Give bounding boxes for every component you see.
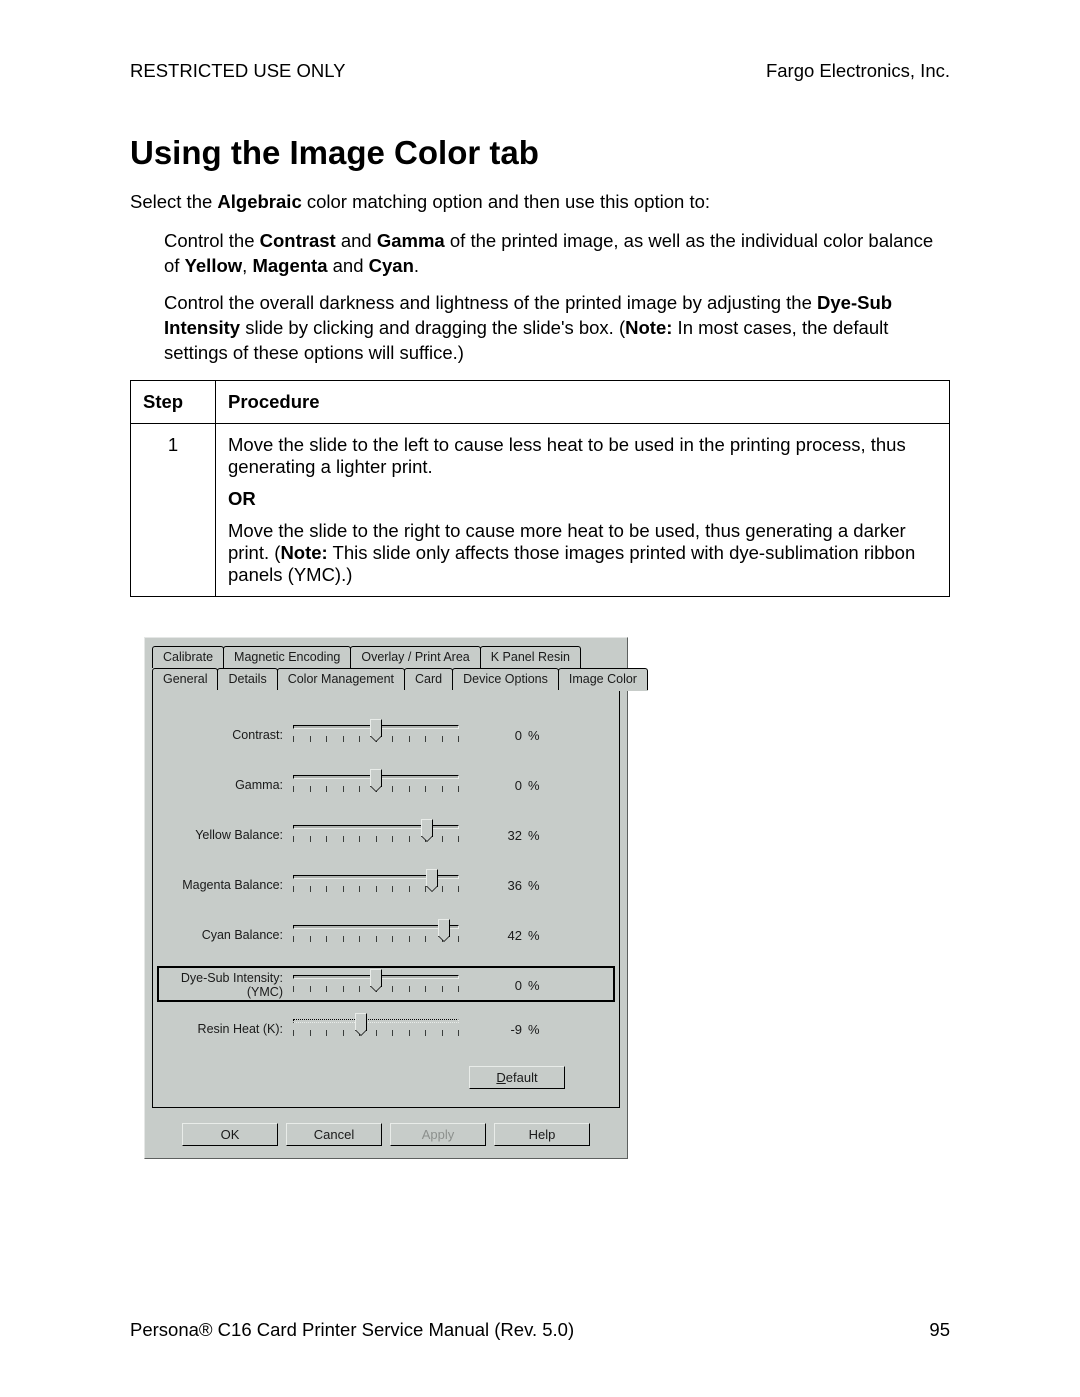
percent-label: % xyxy=(522,728,540,743)
bullet-2: Control the overall darkness and lightne… xyxy=(164,291,950,366)
tabs-row-2: GeneralDetailsColor ManagementCardDevice… xyxy=(145,668,627,690)
page-header: RESTRICTED USE ONLY Fargo Electronics, I… xyxy=(130,60,950,82)
header-left: RESTRICTED USE ONLY xyxy=(130,60,346,82)
slider-thumb[interactable] xyxy=(370,719,382,737)
slider-value: 0 xyxy=(461,778,522,793)
slider-value: -9 xyxy=(461,1022,522,1037)
slider-value: 0 xyxy=(461,728,522,743)
percent-label: % xyxy=(522,928,540,943)
slider-value: 42 xyxy=(461,928,522,943)
tab-general[interactable]: General xyxy=(152,668,218,690)
slider-thumb[interactable] xyxy=(370,769,382,787)
slider-row-contrast: Contrast: 0% xyxy=(163,722,609,750)
slider-row-cyan-balance: Cyan Balance: 42% xyxy=(163,922,609,950)
slider-contrast[interactable] xyxy=(291,722,461,750)
percent-label: % xyxy=(522,828,540,843)
col-procedure: Procedure xyxy=(216,380,950,423)
tabs-row-1: CalibrateMagnetic EncodingOverlay / Prin… xyxy=(145,638,627,668)
or-separator: OR xyxy=(228,488,937,510)
tab-overlay-print-area[interactable]: Overlay / Print Area xyxy=(350,646,480,668)
step-procedure: Move the slide to the left to cause less… xyxy=(216,423,950,596)
slider-row-magenta-balance: Magenta Balance: 36% xyxy=(163,872,609,900)
slider-value: 0 xyxy=(461,978,522,993)
slider-label: Magenta Balance: xyxy=(163,879,291,893)
page-number: 95 xyxy=(929,1319,950,1341)
tab-details[interactable]: Details xyxy=(217,668,277,690)
slider-thumb[interactable] xyxy=(355,1013,367,1031)
percent-label: % xyxy=(522,778,540,793)
help-button[interactable]: Help xyxy=(494,1123,590,1146)
apply-button[interactable]: Apply xyxy=(390,1123,486,1146)
slider-thumb[interactable] xyxy=(438,919,450,937)
slider-label: Contrast: xyxy=(163,729,291,743)
page-title: Using the Image Color tab xyxy=(130,134,950,172)
col-step: Step xyxy=(131,380,216,423)
slider-value: 36 xyxy=(461,878,522,893)
page-footer: Persona® C16 Card Printer Service Manual… xyxy=(130,1319,950,1341)
dialog-button-row: OK Cancel Apply Help xyxy=(145,1115,627,1158)
default-button[interactable]: Default xyxy=(469,1066,565,1089)
tab-k-panel-resin[interactable]: K Panel Resin xyxy=(480,646,581,668)
percent-label: % xyxy=(522,878,540,893)
slider-gamma[interactable] xyxy=(291,772,461,800)
slider-row-gamma: Gamma: 0% xyxy=(163,772,609,800)
tab-calibrate[interactable]: Calibrate xyxy=(152,646,224,668)
slider-row-dye-sub-intensity-ymc: Dye-Sub Intensity:(YMC) 0% xyxy=(157,966,615,1002)
tab-image-color[interactable]: Image Color xyxy=(558,668,648,690)
steps-table: Step Procedure 1 Move the slide to the l… xyxy=(130,380,950,597)
slider-label: Yellow Balance: xyxy=(163,829,291,843)
slider-row-yellow-balance: Yellow Balance: 32% xyxy=(163,822,609,850)
tab-panel-image-color: Contrast:0%Gamma:0%Yellow Balance:32%Mag… xyxy=(152,690,620,1108)
percent-label: % xyxy=(522,1022,540,1037)
slider-thumb[interactable] xyxy=(370,969,382,987)
slider-label: Gamma: xyxy=(163,779,291,793)
footer-left: Persona® C16 Card Printer Service Manual… xyxy=(130,1319,574,1341)
intro-paragraph: Select the Algebraic color matching opti… xyxy=(130,190,950,215)
slider-magenta-balance[interactable] xyxy=(291,872,461,900)
slider-cyan-balance[interactable] xyxy=(291,922,461,950)
slider-dye-sub-intensity-ymc[interactable] xyxy=(291,972,461,1000)
slider-value: 32 xyxy=(461,828,522,843)
image-color-dialog: CalibrateMagnetic EncodingOverlay / Prin… xyxy=(144,637,628,1159)
slider-label: Cyan Balance: xyxy=(163,929,291,943)
slider-thumb[interactable] xyxy=(426,869,438,887)
bullet-1: Control the Contrast and Gamma of the pr… xyxy=(164,229,950,279)
header-right: Fargo Electronics, Inc. xyxy=(766,60,950,82)
percent-label: % xyxy=(522,978,540,993)
tab-color-management[interactable]: Color Management xyxy=(277,668,405,690)
slider-row-resin-heat-k: Resin Heat (K): -9% xyxy=(163,1016,609,1044)
step-number: 1 xyxy=(131,423,216,596)
slider-thumb[interactable] xyxy=(421,819,433,837)
slider-resin-heat-k[interactable] xyxy=(291,1016,461,1044)
slider-label: Dye-Sub Intensity:(YMC) xyxy=(163,972,291,1000)
slider-label: Resin Heat (K): xyxy=(163,1023,291,1037)
cancel-button[interactable]: Cancel xyxy=(286,1123,382,1146)
tab-magnetic-encoding[interactable]: Magnetic Encoding xyxy=(223,646,351,668)
slider-yellow-balance[interactable] xyxy=(291,822,461,850)
tab-card[interactable]: Card xyxy=(404,668,453,690)
tab-device-options[interactable]: Device Options xyxy=(452,668,559,690)
ok-button[interactable]: OK xyxy=(182,1123,278,1146)
